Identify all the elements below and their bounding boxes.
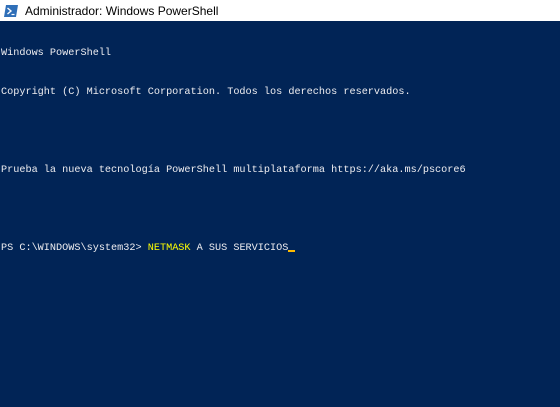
window-title: Administrador: Windows PowerShell [25, 3, 219, 18]
console-header-line-2: Copyright (C) Microsoft Corporation. Tod… [1, 87, 411, 98]
powershell-icon [4, 4, 18, 17]
console-input-line[interactable]: PS C:\WINDOWS\system32> NETMASK A SUS SE… [0, 242, 560, 255]
text-cursor [288, 250, 296, 252]
console-info-line: Prueba la nueva tecnología PowerShell mu… [1, 165, 466, 176]
console-header-line-1: Windows PowerShell [1, 48, 112, 59]
console-command: NETMASK [147, 243, 191, 254]
console-arguments: A SUS SERVICIOS [190, 243, 289, 254]
powershell-window: Administrador: Windows PowerShell Window… [0, 0, 560, 407]
console-area[interactable]: Windows PowerShell Copyright (C) Microso… [0, 21, 560, 407]
title-bar[interactable]: Administrador: Windows PowerShell [0, 0, 560, 21]
console-prompt: PS C:\WINDOWS\system32> [1, 243, 148, 254]
